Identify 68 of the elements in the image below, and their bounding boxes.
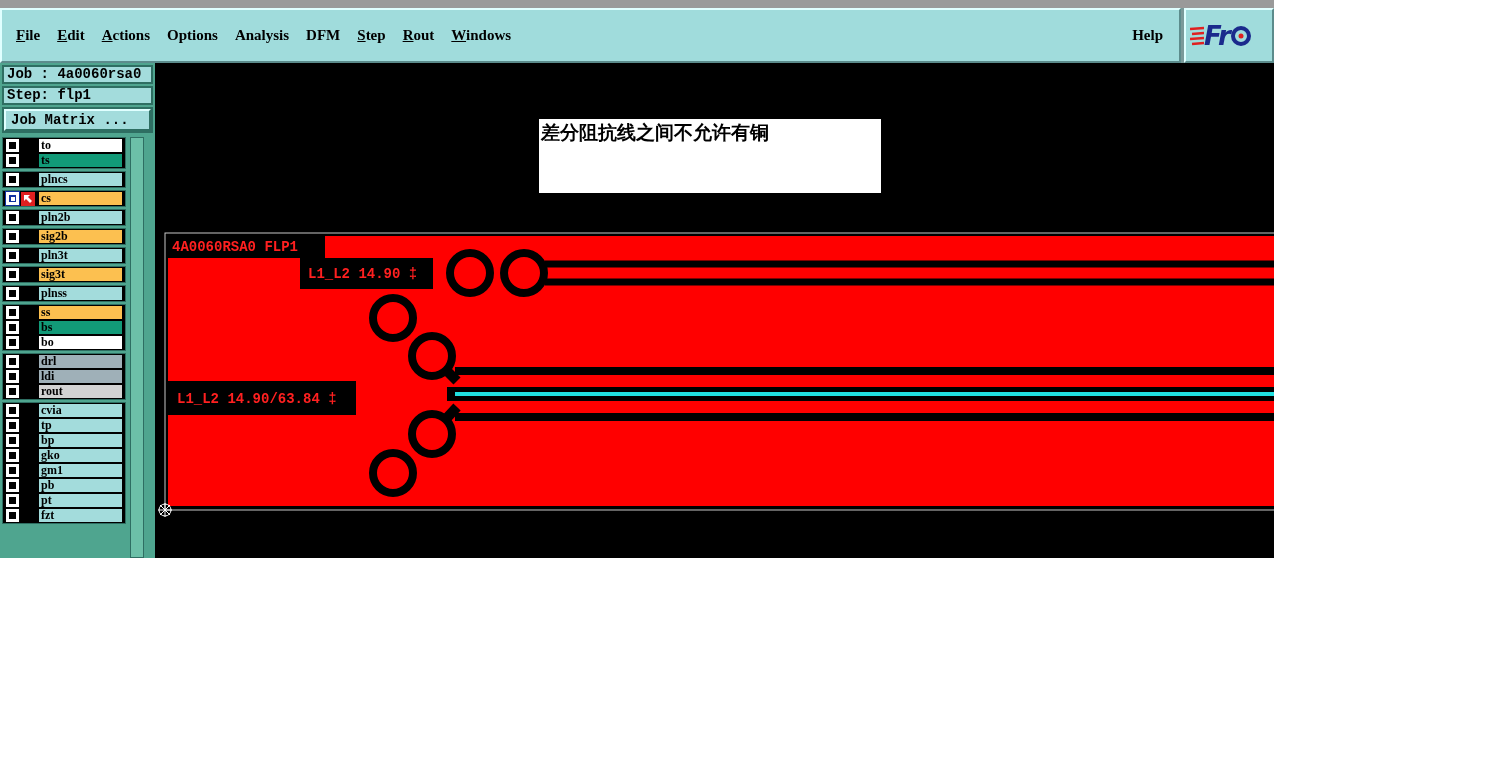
layer-name[interactable]: to: [38, 138, 123, 153]
layer-checkbox[interactable]: [6, 404, 19, 417]
layer-name[interactable]: bs: [38, 320, 123, 335]
logo-text: Fr: [1204, 20, 1230, 51]
board-label: L1_L2 14.90 ‡: [300, 258, 433, 289]
menu-item[interactable]: Analysis: [234, 27, 290, 44]
layer-checkbox[interactable]: [6, 449, 19, 462]
layer-name[interactable]: pln3t: [38, 248, 123, 263]
layer-name[interactable]: pt: [38, 493, 123, 508]
layer-name[interactable]: ss: [38, 305, 123, 320]
layer-name[interactable]: fzt: [38, 508, 123, 523]
layer-checkbox[interactable]: [6, 287, 19, 300]
board-label: L1_L2 14.90/63.84 ‡: [168, 381, 356, 415]
menu-item[interactable]: DFM: [306, 27, 341, 44]
layer-checkbox[interactable]: [6, 230, 19, 243]
layer-checkbox[interactable]: [6, 494, 19, 507]
layer-name[interactable]: pln2b: [38, 210, 123, 225]
menu-item[interactable]: Step: [357, 27, 386, 44]
menu-item[interactable]: Windows: [451, 27, 512, 44]
layer-checkbox[interactable]: [6, 192, 19, 205]
layer-name[interactable]: bp: [38, 433, 123, 448]
layer-name[interactable]: bo: [38, 335, 123, 350]
layer-checkbox[interactable]: [6, 249, 19, 262]
layer-checkbox[interactable]: [6, 173, 19, 186]
layer-checkbox[interactable]: [6, 464, 19, 477]
layer-name[interactable]: drl: [38, 354, 123, 369]
arrow-icon: [21, 191, 35, 206]
layer-name[interactable]: rout: [38, 384, 123, 399]
layer-name[interactable]: plncs: [38, 172, 123, 187]
layer-checkbox[interactable]: [6, 139, 19, 152]
board-label: 4A0060RSA0 FLP1: [168, 234, 325, 258]
speed-lines-icon: [1190, 25, 1204, 46]
layer-name[interactable]: pb: [38, 478, 123, 493]
menu-item[interactable]: Help: [1132, 27, 1163, 44]
layer-name[interactable]: sig2b: [38, 229, 123, 244]
menu-item[interactable]: Actions: [101, 27, 151, 44]
menu-item[interactable]: File: [16, 27, 41, 44]
layer-name[interactable]: plnss: [38, 286, 123, 301]
layer-name[interactable]: ldi: [38, 369, 123, 384]
layer-checkbox[interactable]: [6, 385, 19, 398]
layer-checkbox[interactable]: [6, 268, 19, 281]
scrollbar[interactable]: [130, 137, 144, 558]
layer-checkbox[interactable]: [6, 321, 19, 334]
step-label: Step: flp1: [2, 86, 153, 105]
layer-checkbox[interactable]: [6, 211, 19, 224]
note-text: 差分阻抗线之间不允许有铜: [539, 119, 881, 193]
menu-item[interactable]: Rout: [402, 27, 435, 44]
menu-item[interactable]: Options: [167, 27, 218, 44]
layer-checkbox[interactable]: [6, 306, 19, 319]
layer-name[interactable]: gm1: [38, 463, 123, 478]
layer-checkbox[interactable]: [6, 419, 19, 432]
layer-checkbox[interactable]: [6, 154, 19, 167]
layer-checkbox[interactable]: [6, 434, 19, 447]
layer-name[interactable]: gko: [38, 448, 123, 463]
layer-checkbox[interactable]: [6, 479, 19, 492]
origin-icon: [157, 502, 173, 518]
layer-name[interactable]: sig3t: [38, 267, 123, 282]
layer-checkbox[interactable]: [6, 509, 19, 522]
layer-name[interactable]: cvia: [38, 403, 123, 418]
layer-checkbox[interactable]: [6, 355, 19, 368]
menu-item[interactable]: Edit: [57, 27, 85, 44]
layer-checkbox[interactable]: [6, 370, 19, 383]
job-label: Job : 4a0060rsa0: [2, 65, 153, 84]
layer-checkbox[interactable]: [6, 336, 19, 349]
layer-name[interactable]: cs: [38, 191, 123, 206]
layer-name[interactable]: tp: [38, 418, 123, 433]
layer-name[interactable]: ts: [38, 153, 123, 168]
job-matrix-button[interactable]: Job Matrix ...: [4, 109, 151, 131]
